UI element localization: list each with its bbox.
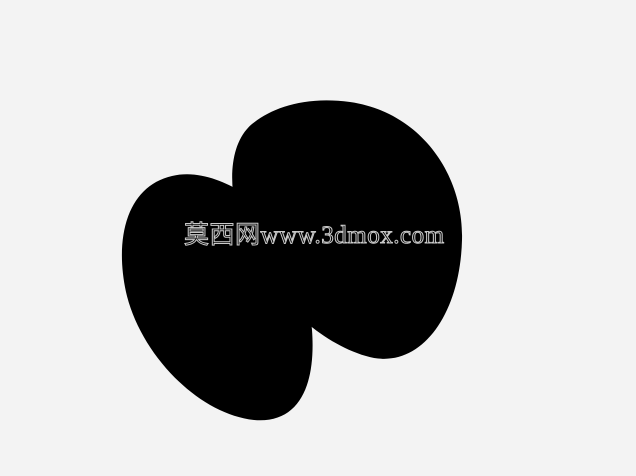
- watermark-text: 莫西网www.3dmox.com: [184, 222, 445, 250]
